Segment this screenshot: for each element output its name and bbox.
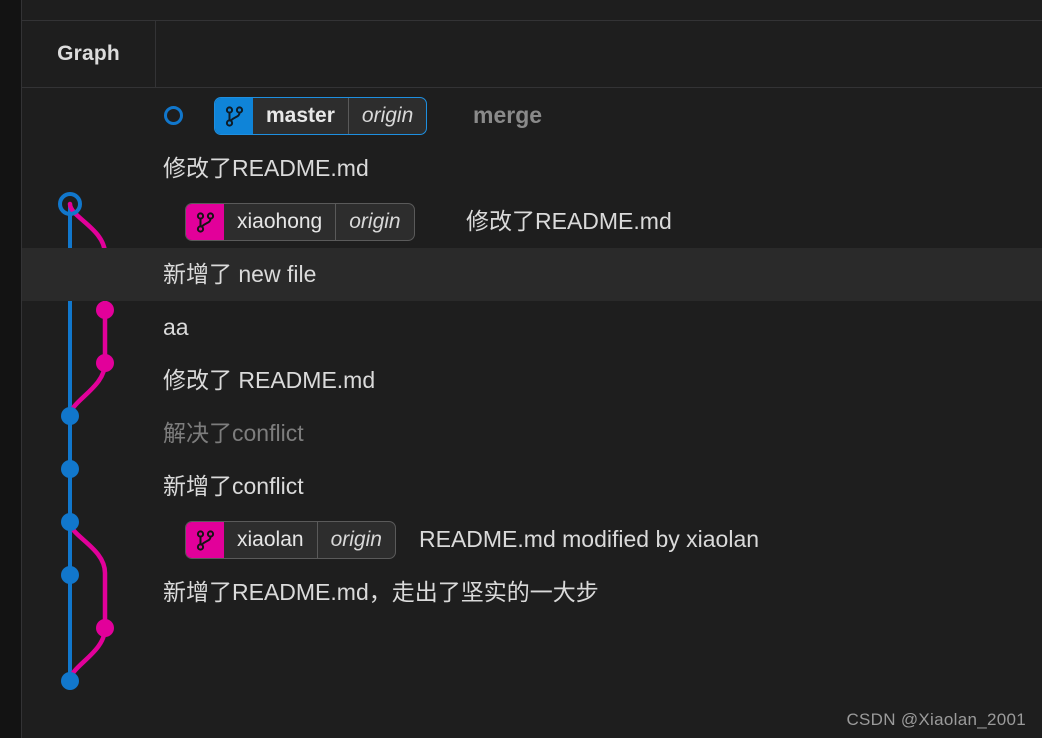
commit-message: README.md modified by xiaolan [419,526,760,552]
left-gutter [0,0,21,738]
git-branch-icon [186,204,224,240]
branch-badge-name: xiaolan [224,522,318,558]
branch-badge-xiaohong[interactable]: xiaohong origin [185,203,415,241]
branch-badge-xiaolan[interactable]: xiaolan origin [185,521,396,559]
commit-row[interactable]: xiaolan origin README.md modified by xia… [22,513,1042,566]
commit-message: 新增了README.md，走出了坚实的一大步 [163,579,599,605]
git-branch-icon [215,98,253,134]
commit-node[interactable] [61,672,79,690]
commit-row[interactable]: 修改了 README.md [22,354,1042,407]
branch-badge-master[interactable]: master origin [214,97,428,135]
commit-row[interactable]: 修改了README.md [22,142,1042,195]
commit-message: 修改了README.md [163,155,369,181]
column-header-graph-label: Graph [57,42,120,65]
commit-message: 新增了conflict [163,473,304,499]
head-indicator-icon [164,106,183,125]
branch-badge-remote: origin [349,210,401,233]
commit-message: 新增了 new file [163,261,317,287]
table-header: Graph [22,20,1042,88]
branch-badge-remote: origin [330,528,382,551]
commit-row[interactable]: xiaohong origin 修改了README.md [22,195,1042,248]
commit-message: aa [163,314,189,340]
git-branch-icon [186,522,224,558]
column-header-graph[interactable]: Graph [22,21,156,87]
watermark: CSDN @Xiaolan_2001 [846,710,1026,729]
commit-message: 解决了conflict [163,420,304,446]
commit-row[interactable]: 解决了conflict [22,407,1042,460]
commit-node[interactable] [96,619,114,637]
column-header-description[interactable] [157,21,1042,87]
git-graph-panel: Graph master origin merge 修改了README.md x… [0,0,1042,738]
commit-row[interactable]: 新增了README.md，走出了坚实的一大步 [22,566,1042,619]
graph-panel-body: Graph master origin merge 修改了README.md x… [21,0,1042,738]
commit-message: 修改了 README.md [163,367,376,393]
commit-message: 修改了README.md [466,208,672,234]
commit-row[interactable]: 新增了conflict [22,460,1042,513]
branch-badge-name: xiaohong [224,204,337,240]
commit-message: merge [473,102,543,128]
commit-row-selected[interactable]: 新增了 new file [22,248,1042,301]
commit-list: master origin merge 修改了README.md xiaohon… [22,89,1042,690]
branch-badge-remote: origin [361,104,414,127]
branch-badge-name: master [253,98,349,134]
commit-row[interactable]: master origin merge [22,89,1042,142]
commit-row[interactable]: aa [22,301,1042,354]
